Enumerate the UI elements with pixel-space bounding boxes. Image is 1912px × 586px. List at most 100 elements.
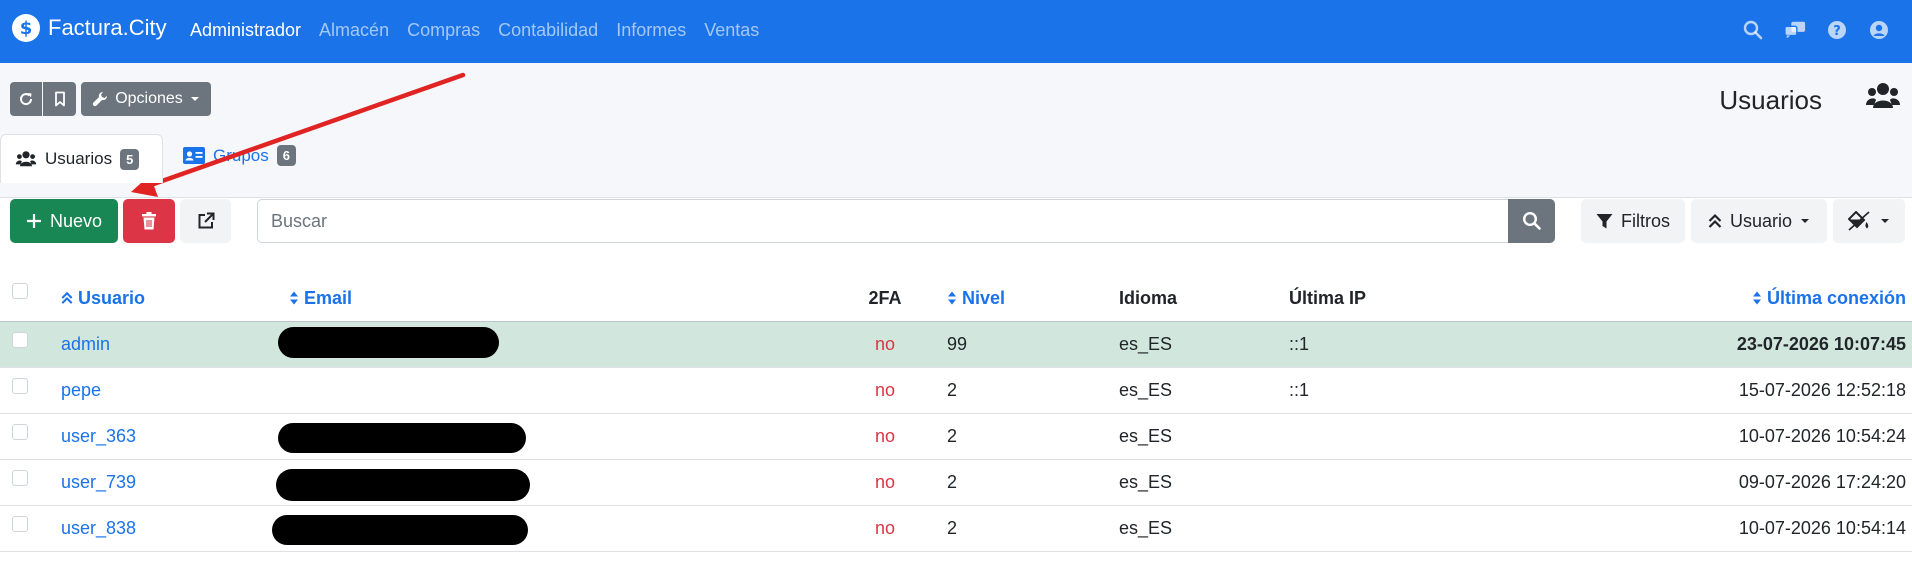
search-icon: [1522, 211, 1541, 230]
column-header-idioma: Idioma: [1119, 287, 1178, 308]
new-button-label: Nuevo: [49, 210, 103, 231]
delete-button[interactable]: [123, 199, 175, 243]
user-link[interactable]: admin: [61, 322, 110, 367]
tab-usuarios-label: Usuarios: [45, 149, 113, 168]
brand-name: Factura.City: [48, 15, 167, 40]
paint-bucket-icon: [1848, 211, 1870, 231]
twofa-value: no: [874, 380, 896, 400]
last-login-value: 15-07-2026 12:52:18: [1738, 380, 1906, 400]
chat-icon[interactable]: [1784, 19, 1806, 41]
svg-text:?: ?: [1833, 24, 1841, 39]
menu-item-ventas[interactable]: Ventas: [704, 20, 759, 41]
last-ip-value: ::1: [1289, 380, 1310, 400]
caret-down-icon: [190, 97, 199, 101]
level-value: 2: [947, 472, 958, 492]
search-icon[interactable]: [1742, 19, 1764, 41]
table-row[interactable]: pepe no 2 es_ES ::1 15-07-2026 12:52:18: [0, 368, 1912, 414]
row-checkbox[interactable]: [12, 378, 28, 394]
table-row[interactable]: user_838 no 2 es_ES 10-07-2026 10:54:14: [0, 506, 1912, 552]
row-checkbox[interactable]: [12, 470, 28, 486]
column-header-usuario[interactable]: Usuario: [61, 275, 145, 321]
bookmark-button[interactable]: [43, 82, 76, 116]
menu-item-administrador[interactable]: Administrador: [190, 20, 301, 41]
help-icon[interactable]: ?: [1826, 19, 1848, 41]
select-all-checkbox[interactable]: [12, 283, 28, 299]
tab-usuarios[interactable]: Usuarios 5: [0, 134, 163, 183]
id-card-icon: [183, 147, 205, 164]
bookmark-icon: [54, 91, 65, 107]
row-checkbox[interactable]: [12, 424, 28, 440]
redacted-email: [278, 327, 499, 358]
row-checkbox[interactable]: [12, 516, 28, 532]
language-value: es_ES: [1119, 472, 1173, 492]
column-header-email[interactable]: Email: [289, 275, 352, 321]
user-link[interactable]: user_838: [61, 506, 136, 551]
caret-down-icon: [1881, 219, 1889, 223]
tab-grupos-count: 6: [276, 145, 296, 166]
table-row[interactable]: admin no 99 es_ES ::1 23-07-2026 10:07:4…: [0, 322, 1912, 368]
users-icon: [15, 151, 37, 167]
last-login-value: 10-07-2026 10:54:14: [1738, 518, 1906, 538]
color-options-button[interactable]: [1833, 199, 1905, 243]
menu-item-almacen[interactable]: Almacén: [319, 20, 389, 41]
sort-icon: [1752, 291, 1761, 305]
tab-grupos-label: Grupos: [213, 145, 269, 165]
table-row[interactable]: user_363 no 2 es_ES 10-07-2026 10:54:24: [0, 414, 1912, 460]
table-header-row: Usuario Email 2FA Nivel Idioma Última IP…: [0, 275, 1912, 322]
users-table: Usuario Email 2FA Nivel Idioma Última IP…: [0, 275, 1912, 552]
refresh-button[interactable]: [10, 82, 42, 116]
language-value: es_ES: [1119, 426, 1173, 446]
page-title: Usuarios: [1719, 85, 1822, 115]
trash-icon: [142, 212, 156, 230]
level-value: 2: [947, 426, 958, 446]
twofa-value: no: [874, 518, 896, 538]
user-link[interactable]: user_739: [61, 460, 136, 505]
last-login-value: 09-07-2026 17:24:20: [1738, 472, 1906, 492]
search-button[interactable]: [1508, 199, 1555, 243]
column-header-2fa: 2FA: [868, 287, 902, 308]
filter-icon: [1596, 213, 1613, 228]
twofa-value: no: [874, 472, 896, 492]
table-row[interactable]: user_739 no 2 es_ES 09-07-2026 17:24:20: [0, 460, 1912, 506]
level-value: 99: [947, 334, 968, 354]
column-header-ultima-conexion[interactable]: Última conexión: [1752, 275, 1906, 321]
row-checkbox[interactable]: [12, 332, 28, 348]
column-header-email-label: Email: [304, 287, 353, 308]
tab-grupos[interactable]: Grupos 6: [183, 145, 296, 166]
user-icon[interactable]: [1868, 19, 1890, 41]
filters-button[interactable]: Filtros: [1581, 199, 1685, 243]
language-value: es_ES: [1119, 518, 1173, 538]
user-link[interactable]: user_363: [61, 414, 136, 459]
menu-item-compras[interactable]: Compras: [407, 20, 480, 41]
twofa-value: no: [874, 334, 896, 354]
column-header-nivel[interactable]: Nivel: [947, 275, 1005, 321]
redacted-email: [272, 515, 528, 545]
menu-item-contabilidad[interactable]: Contabilidad: [498, 20, 598, 41]
caret-down-icon: [1801, 219, 1810, 223]
search-input[interactable]: [257, 199, 1509, 243]
language-value: es_ES: [1119, 334, 1173, 354]
user-link[interactable]: pepe: [61, 368, 101, 413]
level-value: 2: [947, 518, 958, 538]
level-value: 2: [947, 380, 958, 400]
column-header-nivel-label: Nivel: [962, 287, 1006, 308]
last-login-value: 10-07-2026 10:54:24: [1738, 426, 1906, 446]
users-icon: [1866, 81, 1900, 116]
brand-logo-icon: $: [12, 14, 40, 42]
menu-item-informes[interactable]: Informes: [616, 20, 686, 41]
sort-button[interactable]: Usuario: [1691, 199, 1827, 243]
column-header-ultima-ip: Última IP: [1289, 287, 1367, 308]
export-button[interactable]: [180, 199, 231, 243]
brand[interactable]: $ Factura.City: [12, 14, 167, 42]
main-menu: Administrador Almacén Compras Contabilid…: [190, 20, 759, 41]
options-button[interactable]: Opciones: [81, 82, 211, 116]
redacted-email: [276, 469, 530, 501]
sort-up-icon: [61, 291, 73, 304]
sort-label: Usuario: [1729, 210, 1793, 231]
column-header-ultima-conexion-label: Última conexión: [1766, 287, 1906, 308]
last-ip-value: ::1: [1289, 334, 1310, 354]
options-label: Opciones: [115, 90, 183, 107]
redacted-email: [278, 423, 526, 453]
top-navbar: $ Factura.City Administrador Almacén Com…: [0, 0, 1912, 63]
new-button[interactable]: Nuevo: [10, 199, 118, 243]
